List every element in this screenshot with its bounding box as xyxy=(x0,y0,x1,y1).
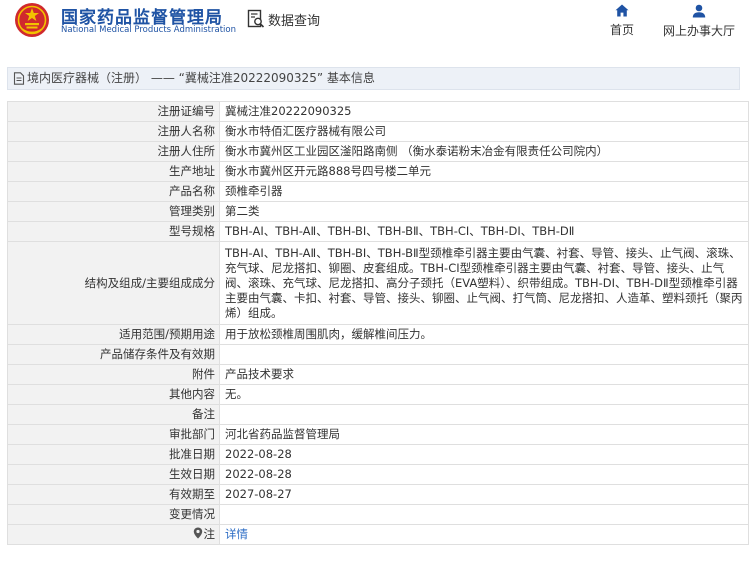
emblem-logo[interactable] xyxy=(14,2,50,38)
row-label-remarks: 备注 xyxy=(7,404,220,425)
row-label-text: 注 xyxy=(203,527,216,541)
row-value-management-category: 第二类 xyxy=(219,201,749,222)
table-row: 审批部门 河北省药品监督管理局 xyxy=(7,424,749,445)
details-link[interactable]: 详情 xyxy=(225,527,248,541)
row-label-approval-department: 审批部门 xyxy=(7,424,220,445)
table-row: 结构及组成/主要组成成分 TBH-AⅠ、TBH-AⅡ、TBH-BⅠ、TBH-BⅡ型… xyxy=(7,241,749,325)
document-icon xyxy=(13,72,25,85)
data-query-icon xyxy=(247,9,265,28)
table-row: 产品名称 颈椎牵引器 xyxy=(7,181,749,202)
row-label-approval-date: 批准日期 xyxy=(7,444,220,465)
table-row: 附件 产品技术要求 xyxy=(7,364,749,385)
row-label-product-name: 产品名称 xyxy=(7,181,220,202)
table-row: 型号规格 TBH-AⅠ、TBH-AⅡ、TBH-BⅠ、TBH-BⅡ、TBH-CⅠ、T… xyxy=(7,221,749,242)
table-row: 有效期至 2027-08-27 xyxy=(7,484,749,505)
row-value-registrant-name: 衡水市特佰汇医疗器械有限公司 xyxy=(219,121,749,142)
row-label-text: 其他内容 xyxy=(169,387,215,401)
row-value-structure-composition: TBH-AⅠ、TBH-AⅡ、TBH-BⅠ、TBH-BⅡ型颈椎牵引器主要由气囊、衬… xyxy=(219,241,749,325)
row-value-change-history xyxy=(219,504,749,525)
location-pin-icon xyxy=(193,527,202,539)
row-value-expiry-date: 2027-08-27 xyxy=(219,484,749,505)
nav-home-label: 首页 xyxy=(609,23,634,37)
row-label-text: 批准日期 xyxy=(169,447,215,461)
row-value-registrant-address: 衡水市冀州区工业园区滏阳路南侧 （衡水泰诺粉末冶金有限责任公司院内） xyxy=(219,141,749,162)
row-label-attachment: 附件 xyxy=(7,364,220,385)
table-row: 产品储存条件及有效期 xyxy=(7,344,749,365)
row-label-text: 生产地址 xyxy=(169,164,215,178)
row-label-text: 注册人名称 xyxy=(157,124,216,138)
row-label-management-category: 管理类别 xyxy=(7,201,220,222)
table-row: 注详情 xyxy=(7,524,749,545)
table-row: 适用范围/预期用途 用于放松颈椎周围肌肉，缓解椎间压力。 xyxy=(7,324,749,345)
table-row: 生效日期 2022-08-28 xyxy=(7,464,749,485)
row-label-text: 产品名称 xyxy=(169,184,215,198)
section-title: 境内医疗器械（注册） —— “冀械注准20222090325” 基本信息 xyxy=(27,71,375,85)
table-row: 批准日期 2022-08-28 xyxy=(7,444,749,465)
row-label-intended-use: 适用范围/预期用途 xyxy=(7,324,220,345)
row-label-registrant-name: 注册人名称 xyxy=(7,121,220,142)
data-query-title: 数据查询 xyxy=(246,9,320,29)
nav-online-service-hall[interactable]: 网上办事大厅 xyxy=(660,4,738,39)
table-row: 生产地址 衡水市冀州区开元路888号四号楼二单元 xyxy=(7,161,749,182)
table-row: 注册人住所 衡水市冀州区工业园区滏阳路南侧 （衡水泰诺粉末冶金有限责任公司院内） xyxy=(7,141,749,162)
row-label-effective-date: 生效日期 xyxy=(7,464,220,485)
row-label-text: 审批部门 xyxy=(169,427,215,441)
row-label-storage-conditions: 产品储存条件及有效期 xyxy=(7,344,220,365)
row-value-other-content: 无。 xyxy=(219,384,749,405)
row-value-product-name: 颈椎牵引器 xyxy=(219,181,749,202)
row-label-text: 生效日期 xyxy=(169,467,215,481)
row-value-model-spec: TBH-AⅠ、TBH-AⅡ、TBH-BⅠ、TBH-BⅡ、TBH-CⅠ、TBH-D… xyxy=(219,221,749,242)
table-row: 注册证编号 冀械注准20222090325 xyxy=(7,101,749,122)
nav-online-service-hall-label: 网上办事大厅 xyxy=(662,24,735,38)
table-row: 变更情况 xyxy=(7,504,749,525)
user-icon xyxy=(692,4,706,18)
row-label-model-spec: 型号规格 xyxy=(7,221,220,242)
row-value-storage-conditions xyxy=(219,344,749,365)
row-label-text: 备注 xyxy=(192,407,215,421)
row-label-text: 产品储存条件及有效期 xyxy=(100,347,215,361)
nav-home[interactable]: 首页 xyxy=(606,4,638,38)
table-row: 管理类别 第二类 xyxy=(7,201,749,222)
registration-info-table: 注册证编号 冀械注准20222090325 注册人名称 衡水市特佰汇医疗器械有限公司注… xyxy=(7,101,749,545)
row-label-expiry-date: 有效期至 xyxy=(7,484,220,505)
row-label-text: 管理类别 xyxy=(169,204,215,218)
row-value-remarks xyxy=(219,404,749,425)
row-label-text: 注册证编号 xyxy=(157,104,216,118)
row-value-approval-date: 2022-08-28 xyxy=(219,444,749,465)
row-value-note: 详情 xyxy=(219,524,749,545)
row-label-production-address: 生产地址 xyxy=(7,161,220,182)
row-label-text: 附件 xyxy=(192,367,215,381)
row-label-structure-composition: 结构及组成/主要组成成分 xyxy=(7,241,220,325)
home-icon xyxy=(615,4,629,17)
row-label-text: 型号规格 xyxy=(169,224,215,238)
row-value-registration-number: 冀械注准20222090325 xyxy=(219,101,749,122)
row-label-registrant-address: 注册人住所 xyxy=(7,141,220,162)
table-row: 备注 xyxy=(7,404,749,425)
row-label-registration-number: 注册证编号 xyxy=(7,101,220,122)
table-row: 其他内容 无。 xyxy=(7,384,749,405)
brand-name-en[interactable]: National Medical Products Administration xyxy=(61,25,236,35)
row-value-approval-department: 河北省药品监督管理局 xyxy=(219,424,749,445)
table-row: 注册人名称 衡水市特佰汇医疗器械有限公司 xyxy=(7,121,749,142)
row-label-text: 结构及组成/主要组成成分 xyxy=(84,275,215,290)
row-label-change-history: 变更情况 xyxy=(7,504,220,525)
row-value-effective-date: 2022-08-28 xyxy=(219,464,749,485)
section-title-bar: 境内医疗器械（注册） —— “冀械注准20222090325” 基本信息 xyxy=(7,67,740,90)
row-label-text: 适用范围/预期用途 xyxy=(119,327,215,341)
row-label-text: 注册人住所 xyxy=(157,144,216,158)
row-label-note: 注 xyxy=(7,524,220,545)
row-label-text: 有效期至 xyxy=(169,487,215,501)
row-value-production-address: 衡水市冀州区开元路888号四号楼二单元 xyxy=(219,161,749,182)
row-label-other-content: 其他内容 xyxy=(7,384,220,405)
row-label-text: 变更情况 xyxy=(169,507,215,521)
data-query-label: 数据查询 xyxy=(268,13,321,29)
row-value-attachment: 产品技术要求 xyxy=(219,364,749,385)
row-value-intended-use: 用于放松颈椎周围肌肉，缓解椎间压力。 xyxy=(219,324,749,345)
site-header: 国家药品监督管理局 National Medical Products Admi… xyxy=(0,0,749,50)
